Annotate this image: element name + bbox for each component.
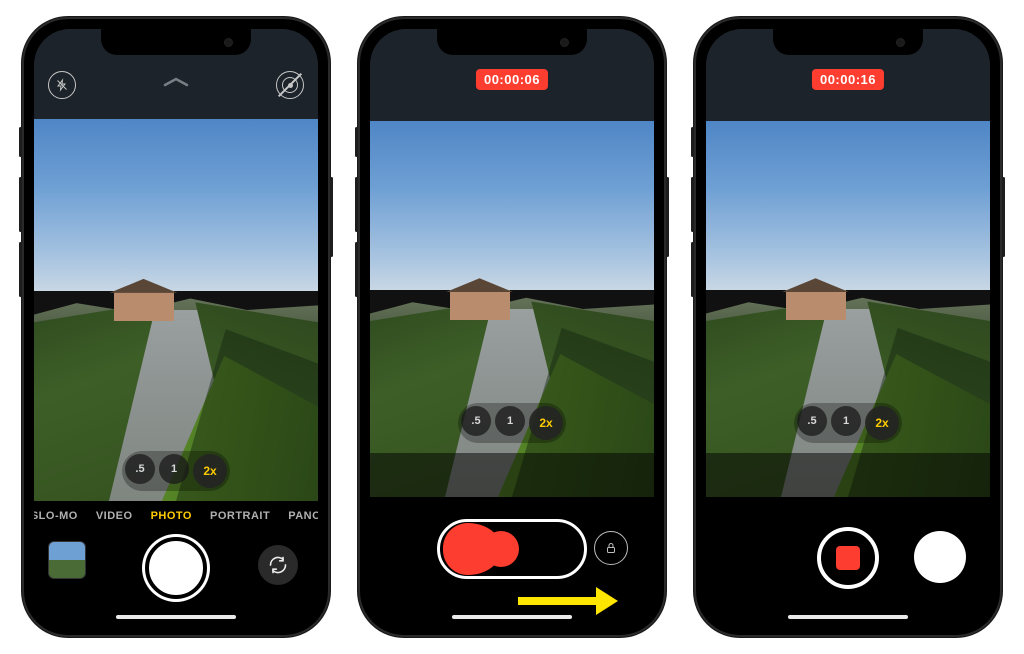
mode-slomo[interactable]: SLO-MO (34, 510, 78, 522)
side-button (330, 177, 333, 257)
zoom-2x[interactable]: 2x (529, 406, 563, 440)
viewfinder[interactable]: .5 1 2x (34, 119, 318, 501)
camera-bottom-bar (370, 497, 654, 625)
live-photo-off-icon[interactable] (276, 71, 304, 99)
zoom-1x[interactable]: 1 (159, 454, 189, 484)
volume-down-button (355, 242, 358, 297)
notch (437, 29, 587, 55)
lock-target[interactable] (594, 531, 628, 565)
notch (101, 29, 251, 55)
camera-bottom-bar (706, 497, 990, 625)
stop-square-icon (836, 546, 860, 570)
notch (773, 29, 923, 55)
flash-off-icon[interactable] (48, 71, 76, 99)
iphone-frame-3: 00:00:16 .5 1 2x (694, 17, 1002, 637)
home-indicator[interactable] (452, 615, 572, 619)
mode-selector[interactable]: SLO-MO VIDEO PHOTO PORTRAIT PANO (34, 501, 318, 531)
screen-1: .5 1 2x SLO-MO VIDEO PHOTO PORTRAIT PANO (34, 29, 318, 625)
recording-timer: 00:00:16 (812, 69, 884, 90)
mode-photo[interactable]: PHOTO (151, 510, 192, 522)
side-button (666, 177, 669, 257)
volume-up-button (355, 177, 358, 232)
home-indicator[interactable] (116, 615, 236, 619)
zoom-1x[interactable]: 1 (495, 406, 525, 436)
zoom-control[interactable]: .5 1 2x (458, 403, 566, 443)
mode-video[interactable]: VIDEO (96, 510, 133, 522)
viewfinder-bottom-overlay (370, 453, 654, 497)
home-indicator[interactable] (788, 615, 908, 619)
iphone-frame-1: .5 1 2x SLO-MO VIDEO PHOTO PORTRAIT PANO (22, 17, 330, 637)
viewfinder-bottom-overlay (706, 453, 990, 497)
still-capture-button[interactable] (914, 531, 966, 583)
camera-flip-button[interactable] (258, 545, 298, 585)
scene-sky (34, 119, 318, 291)
scene-house (114, 291, 174, 321)
volume-up-button (691, 177, 694, 232)
scene-house (450, 290, 510, 320)
camera-bottom-bar (34, 531, 318, 625)
zoom-1x[interactable]: 1 (831, 406, 861, 436)
scene-sky (706, 121, 990, 290)
viewfinder[interactable]: .5 1 2x (706, 121, 990, 497)
volume-down-button (691, 242, 694, 297)
zoom-0-5x[interactable]: .5 (125, 454, 155, 484)
chevron-up-icon[interactable] (162, 75, 190, 87)
mute-switch (19, 127, 22, 157)
mute-switch (691, 127, 694, 157)
drag-right-arrow-icon (518, 591, 618, 611)
mode-portrait[interactable]: PORTRAIT (210, 510, 270, 522)
screen-3: 00:00:16 .5 1 2x (706, 29, 990, 625)
side-button (1002, 177, 1005, 257)
scene-sky (370, 121, 654, 290)
shutter-button[interactable] (145, 537, 207, 599)
zoom-2x[interactable]: 2x (865, 406, 899, 440)
zoom-0-5x[interactable]: .5 (461, 406, 491, 436)
mode-pano[interactable]: PANO (288, 510, 318, 522)
quicktake-drag-control[interactable] (437, 519, 587, 579)
scene-house (786, 290, 846, 320)
mute-switch (355, 127, 358, 157)
iphone-frame-2: 00:00:06 .5 1 2x (358, 17, 666, 637)
zoom-2x[interactable]: 2x (193, 454, 227, 488)
recording-timer: 00:00:06 (476, 69, 548, 90)
zoom-0-5x[interactable]: .5 (797, 406, 827, 436)
volume-down-button (19, 242, 22, 297)
zoom-control[interactable]: .5 1 2x (794, 403, 902, 443)
viewfinder[interactable]: .5 1 2x (370, 121, 654, 497)
volume-up-button (19, 177, 22, 232)
zoom-control[interactable]: .5 1 2x (122, 451, 230, 491)
stop-record-button[interactable] (817, 527, 879, 589)
last-photo-thumbnail[interactable] (48, 541, 86, 579)
screen-2: 00:00:06 .5 1 2x (370, 29, 654, 625)
